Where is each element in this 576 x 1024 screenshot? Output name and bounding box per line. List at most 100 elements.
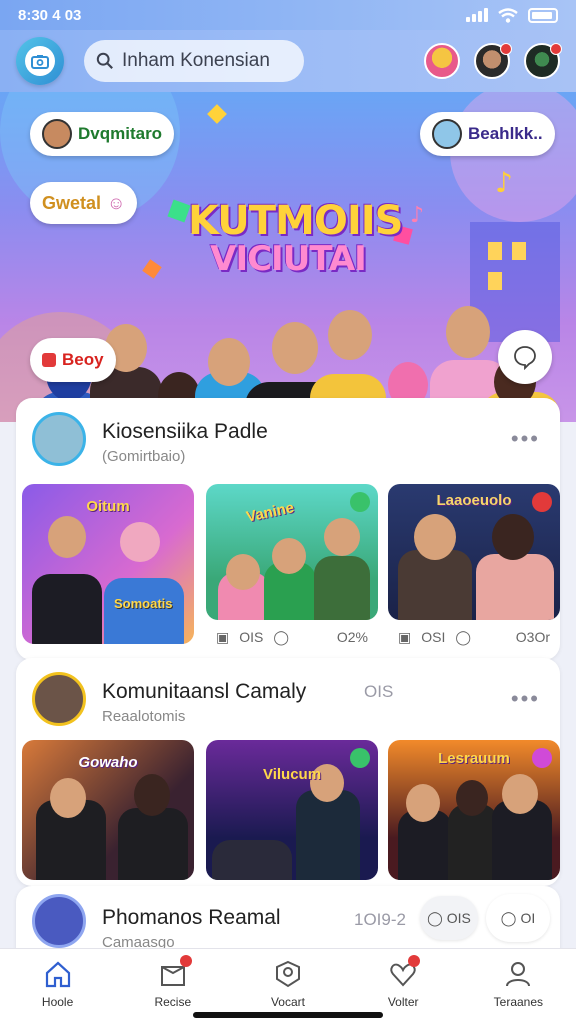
badge-icon <box>350 748 370 768</box>
views-count: OIS <box>239 629 264 645</box>
comment-icon <box>514 346 536 370</box>
notification-badge <box>550 43 562 55</box>
card-header: Kiosensiika Padle (Gomirtbaio) ••• <box>16 398 560 478</box>
bubble-text: Gwetal <box>42 192 102 213</box>
thumbnail-stats: ▣ OIS ◯ O2% <box>206 622 378 652</box>
bubble-text: Beahlkk.. <box>468 124 543 143</box>
more-options-button[interactable]: ••• <box>511 686 540 712</box>
card-subtitle: (Gomirtbaio) <box>102 448 186 465</box>
card-title[interactable]: Komunitaansl Camaly <box>102 680 306 704</box>
nav-label: Volter <box>387 995 419 1009</box>
thumbnail-stats: ▣ OSI ◯ O3Or <box>388 622 560 652</box>
group-card[interactable]: Phomanos Reamal Camaasgo 1OI9-2 ◯ OIS ◯ … <box>16 886 560 956</box>
notification-badge <box>500 43 512 55</box>
avatar[interactable] <box>32 894 86 948</box>
story-avatar[interactable] <box>524 43 562 79</box>
hero-chat-bubble[interactable]: Beoy <box>30 338 116 382</box>
badge-icon <box>350 492 370 512</box>
share-count: O3Or <box>515 629 550 645</box>
hero-banner[interactable]: ♪ ♪ KUTMOIIS VICIUTAI Dvqmitaro Beahlkk.… <box>0 92 576 422</box>
video-thumbnail[interactable]: Gowaho <box>22 740 194 880</box>
group-card[interactable]: Kiosensiika Padle (Gomirtbaio) ••• Oitum… <box>16 398 560 660</box>
badge-icon <box>532 492 552 512</box>
home-icon <box>45 961 70 988</box>
nav-profile[interactable]: Teraanes <box>473 959 563 1024</box>
person-icon <box>506 962 531 987</box>
hero-chat-bubble[interactable]: Beahlkk.. <box>420 112 555 156</box>
more-options-button[interactable]: ••• <box>511 426 540 452</box>
video-thumbnail[interactable]: Laaoeuolo <box>388 484 560 620</box>
camera-button[interactable] <box>16 37 64 85</box>
live-icon <box>42 353 56 367</box>
profile-shield-icon <box>275 960 300 988</box>
app-bar <box>0 30 576 92</box>
home-indicator <box>193 1012 383 1018</box>
svg-text:♪: ♪ <box>495 166 513 199</box>
wifi-icon <box>498 7 518 23</box>
comment-icon[interactable]: ◯ <box>455 629 471 646</box>
avatar <box>432 119 462 149</box>
hero-chat-bubble[interactable]: Dvqmitaro <box>30 112 175 156</box>
feed: Kiosensiika Padle (Gomirtbaio) ••• Oitum… <box>16 398 560 956</box>
bubble-text: Dvqmitaro <box>78 124 163 143</box>
hero-title: KUTMOIIS VICIUTAI <box>188 201 403 279</box>
status-icons <box>466 7 558 23</box>
avatar[interactable] <box>32 412 86 466</box>
video-thumbnail[interactable]: Oitum Somoatis <box>22 484 194 644</box>
thumbnail-overlay-text: Somoatis <box>114 596 173 611</box>
card-title[interactable]: Phomanos Reamal <box>102 906 281 930</box>
thumbnail-title: Laaoeuolo <box>436 492 512 509</box>
card-subtitle: Reaalotomis <box>102 708 186 725</box>
like-button[interactable]: ◯ OIS <box>420 896 478 940</box>
battery-icon <box>528 7 558 23</box>
camera-icon <box>25 46 55 76</box>
signal-icon <box>466 8 488 22</box>
status-time: 8:30 4 03 <box>18 6 82 24</box>
search-bar[interactable] <box>84 40 304 82</box>
group-card[interactable]: Komunitaansl Camaly Reaalotomis OIS ••• … <box>16 658 560 886</box>
thumbnail-title: Lesrauum <box>438 750 510 767</box>
comment-icon[interactable]: ◯ <box>273 629 289 646</box>
comment-button[interactable] <box>498 330 552 384</box>
nav-label: Recise <box>154 995 192 1009</box>
thumbnail-title: Gowaho <box>78 754 138 771</box>
status-bar: 8:30 4 03 <box>0 0 576 30</box>
hero-title-line2: VICIUTAI <box>210 239 367 279</box>
avatar <box>42 119 72 149</box>
nav-home[interactable]: Hoole <box>13 959 103 1024</box>
hero-chat-bubble[interactable]: Gwetal ☺ <box>30 182 138 224</box>
views-count: OSI <box>421 629 446 645</box>
thumbnail-title: Vanine <box>244 499 296 526</box>
nav-label: Hoole <box>41 995 74 1009</box>
search-icon <box>96 52 113 69</box>
svg-text:♪: ♪ <box>410 203 424 228</box>
video-thumbnail[interactable]: Vilucum <box>206 740 378 880</box>
video-thumbnail[interactable]: Lesrauum <box>388 740 560 880</box>
thumbnail-title: Oitum <box>86 498 130 515</box>
comment-button[interactable]: ◯ OI <box>486 894 550 942</box>
notification-badge <box>179 955 192 967</box>
comment-icon: ◯ <box>500 909 517 926</box>
badge-icon <box>532 748 552 768</box>
story-avatar[interactable] <box>474 43 512 79</box>
views-icon: ▣ <box>216 628 230 645</box>
nav-label: Teraanes <box>493 995 544 1009</box>
share-count: O2% <box>336 629 368 645</box>
emoji-icon: ☺ <box>107 192 126 213</box>
avatar[interactable] <box>32 672 86 726</box>
like-count: OIS <box>446 910 471 926</box>
bubble-text: Beoy <box>62 350 104 369</box>
comment-count: OI <box>520 910 536 926</box>
heart-icon: ◯ <box>427 909 443 926</box>
notification-badge <box>408 955 421 967</box>
top-avatars <box>424 43 562 79</box>
card-title[interactable]: Kiosensiika Padle <box>102 420 268 444</box>
member-count: OIS <box>364 682 394 701</box>
nav-label: Vocart <box>270 995 305 1009</box>
member-count: 1OI9-2 <box>354 910 406 929</box>
video-thumbnail[interactable]: Vanine <box>206 484 378 620</box>
story-avatar[interactable] <box>424 43 460 79</box>
card-header: Komunitaansl Camaly Reaalotomis OIS ••• <box>16 658 560 738</box>
search-input[interactable] <box>122 50 292 72</box>
hero-title-line1: KUTMOIIS <box>188 198 403 244</box>
